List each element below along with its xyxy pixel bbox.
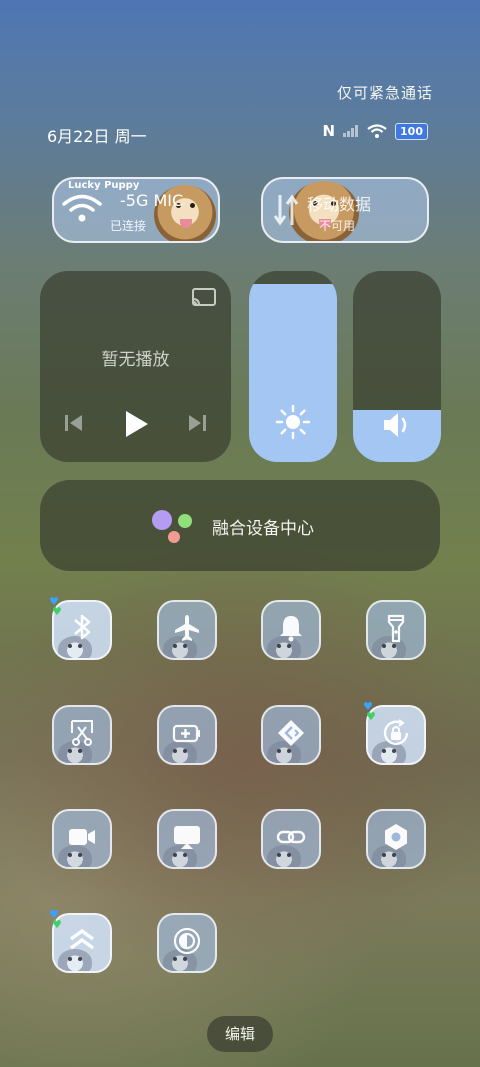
heart-badge-icon: ♥ ♥ <box>49 595 62 618</box>
hexagon-gear-icon <box>385 824 407 850</box>
wifi-status-icon <box>367 124 387 138</box>
media-status-label: 暂无播放 <box>101 350 170 370</box>
volume-slider[interactable] <box>353 271 441 462</box>
power-saving-toggle[interactable] <box>157 705 217 765</box>
airplane-icon <box>175 615 199 641</box>
cast-icon[interactable] <box>191 287 217 309</box>
screen-cast-toggle[interactable] <box>157 809 217 869</box>
chevrons-up-icon <box>69 928 95 950</box>
wifi-toggle[interactable]: Lucky Puppy -5G MIC 已连接 <box>52 177 220 243</box>
fusion-device-center[interactable]: 融合设备中心 <box>40 480 440 571</box>
media-player-card[interactable]: 暂无播放 <box>40 271 231 462</box>
speaker-icon <box>384 413 407 437</box>
play-icon[interactable] <box>124 409 150 439</box>
wifi-status: 已连接 <box>110 219 147 233</box>
video-camera-icon <box>69 829 95 845</box>
battery-indicator: 100 <box>395 122 428 140</box>
screen-cast-icon <box>174 826 200 849</box>
airplane-mode-toggle[interactable] <box>157 600 217 660</box>
heart-badge-icon: ♥ ♥ <box>363 700 376 723</box>
signal-icon <box>343 125 359 137</box>
fusion-dots-icon <box>152 510 194 544</box>
edit-button[interactable]: 编辑 <box>207 1016 273 1052</box>
rotation-lock-icon <box>383 719 409 745</box>
nearby-share-toggle[interactable] <box>261 705 321 765</box>
nfc-icon: N <box>322 122 336 140</box>
emergency-calls-only-label: 仅可紧急通话 <box>336 84 433 102</box>
silent-mode-toggle[interactable] <box>261 600 321 660</box>
bluetooth-icon <box>74 614 91 640</box>
mobile-data-status: 不可用 <box>319 219 356 233</box>
dark-mode-toggle[interactable] <box>157 913 217 973</box>
wifi-network-name: -5G MIC <box>120 191 184 210</box>
share-diamond-icon <box>278 720 304 746</box>
sun-icon <box>275 404 311 440</box>
multi-device-link-toggle[interactable] <box>261 809 321 869</box>
date-label: 6月22日 周一 <box>47 127 147 146</box>
previous-track-icon[interactable] <box>64 413 84 433</box>
status-icons: N 100 <box>322 122 428 140</box>
bell-icon <box>280 616 302 642</box>
contrast-icon <box>173 927 201 955</box>
heart-badge-icon: ♥ ♥ <box>49 908 62 931</box>
screenshot-toggle[interactable] <box>52 705 112 765</box>
theme-tag: Lucky Puppy <box>68 180 140 191</box>
brightness-slider[interactable] <box>249 271 337 462</box>
flashlight-toggle[interactable] <box>366 600 426 660</box>
mobile-data-label: 移动数据 <box>307 195 372 214</box>
settings-toggle[interactable] <box>366 809 426 869</box>
link-icon <box>276 830 306 844</box>
screenshot-scissors-icon <box>71 720 93 746</box>
battery-plus-icon <box>172 724 200 743</box>
next-track-icon[interactable] <box>187 413 207 433</box>
fusion-device-center-label: 融合设备中心 <box>212 519 314 539</box>
flashlight-icon <box>387 614 405 643</box>
mobile-data-arrows-icon <box>273 194 299 226</box>
wifi-icon <box>62 194 102 222</box>
mobile-data-toggle[interactable]: 移动数据 不可用 <box>261 177 429 243</box>
screen-record-toggle[interactable] <box>52 809 112 869</box>
